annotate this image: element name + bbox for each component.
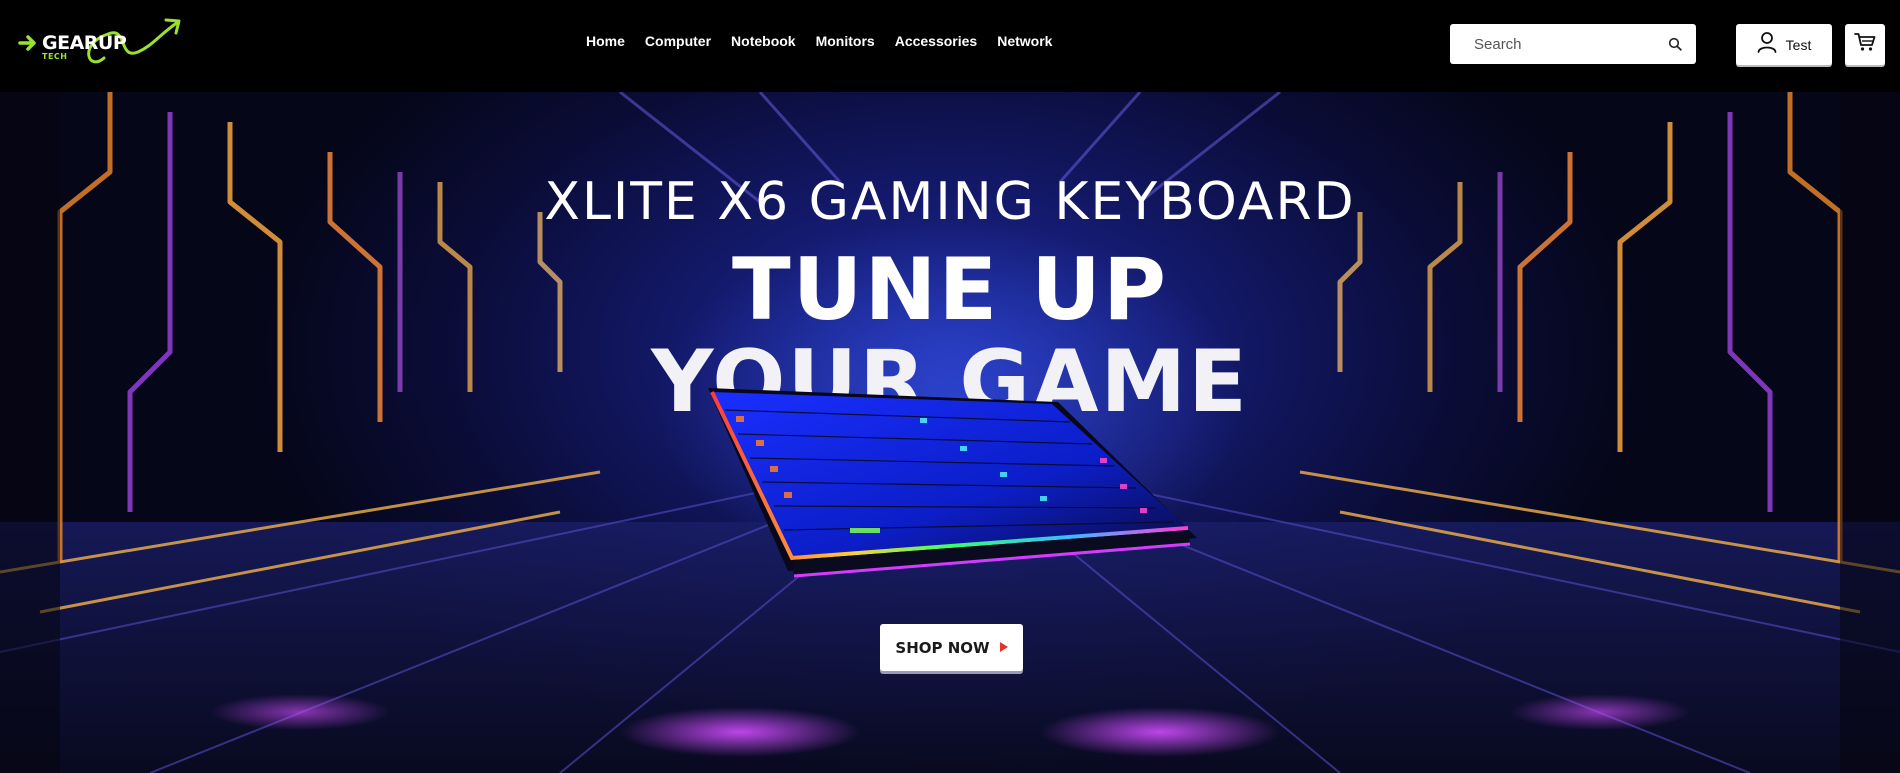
account-button[interactable]: Test <box>1736 24 1832 65</box>
search-input[interactable] <box>1450 35 1650 53</box>
brand-subtitle: TECH <box>42 52 68 61</box>
nav-item-monitors[interactable]: Monitors <box>816 33 875 49</box>
main-nav: Home Computer Notebook Monitors Accessor… <box>586 33 1052 49</box>
hero-banner: XLITE X6 GAMING KEYBOARD TUNE UP YOUR GA… <box>0 92 1900 773</box>
account-label: Test <box>1785 36 1812 53</box>
hero-headline-line1: TUNE UP <box>731 240 1169 340</box>
nav-item-home[interactable]: Home <box>586 33 625 49</box>
search-box <box>1450 24 1696 64</box>
brand-name: GEARUP <box>42 32 127 54</box>
site-header: GEARUP TECH Home Computer Notebook Monit… <box>0 0 1900 92</box>
nav-item-accessories[interactable]: Accessories <box>895 33 978 49</box>
nav-item-computer[interactable]: Computer <box>645 33 711 49</box>
play-arrow-icon <box>999 639 1008 657</box>
nav-item-notebook[interactable]: Notebook <box>731 33 796 49</box>
user-icon <box>1757 31 1777 58</box>
brand-logo[interactable]: GEARUP TECH <box>18 14 184 74</box>
cart-button[interactable] <box>1845 24 1885 65</box>
shop-now-button[interactable]: SHOP NOW <box>880 624 1023 671</box>
hero-product-name: XLITE X6 GAMING KEYBOARD <box>544 172 1356 232</box>
search-icon[interactable] <box>1668 37 1682 56</box>
shop-now-label: SHOP NOW <box>895 638 990 657</box>
nav-item-network[interactable]: Network <box>997 33 1052 49</box>
keyboard-product-image <box>708 388 1197 578</box>
cart-icon <box>1854 32 1876 57</box>
